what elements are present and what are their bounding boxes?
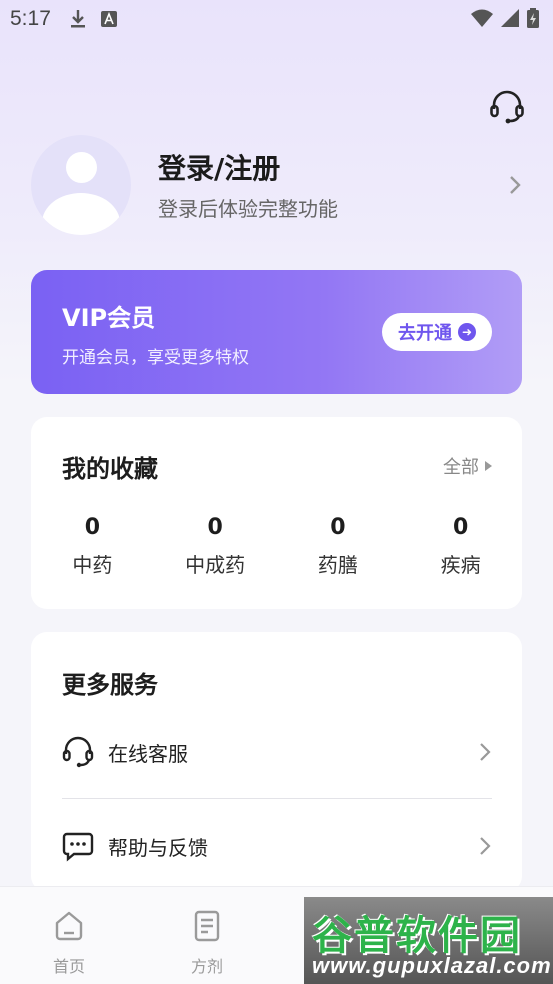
favorite-count: 0 (84, 515, 101, 540)
divider (62, 798, 492, 799)
customer-service-button[interactable] (489, 90, 525, 124)
service-label: 帮助与反馈 (108, 835, 208, 860)
favorites-all-label: 全部 (443, 457, 479, 478)
favorite-stat-patent-medicine[interactable]: 0 中成药 (154, 515, 277, 578)
triangle-right-icon (485, 461, 492, 471)
status-time: 5:17 (10, 7, 51, 30)
avatar[interactable] (31, 135, 131, 235)
favorite-stat-disease[interactable]: 0 疾病 (399, 515, 522, 578)
download-icon (70, 10, 85, 28)
chat-bubble-icon (62, 832, 94, 862)
vip-title: VIP会员 (62, 304, 156, 332)
favorite-count: 0 (207, 515, 223, 540)
watermark: 谷普软件园 www.gupuxlazal.com (304, 897, 553, 984)
favorite-label: 药膳 (317, 553, 358, 577)
tab-label: 方剂 (190, 957, 223, 976)
status-bar: 5:17 (0, 0, 553, 38)
headset-icon (490, 90, 524, 124)
chevron-right-icon (510, 176, 521, 194)
favorites-card: 我的收藏 全部 0 中药 0 中成药 0 药膳 0 疾病 (31, 417, 522, 609)
service-help-feedback[interactable]: 帮助与反馈 (62, 823, 492, 869)
service-online-support[interactable]: 在线客服 (62, 729, 492, 775)
favorites-all-link[interactable]: 全部 (443, 453, 492, 479)
favorites-stats: 0 中药 0 中成药 0 药膳 0 疾病 (31, 515, 522, 578)
home-icon (55, 911, 83, 941)
profile-login-row[interactable]: 登录/注册 登录后体验完整功能 (31, 135, 531, 235)
signal-icon (501, 9, 519, 27)
favorite-stat-herb[interactable]: 0 中药 (31, 515, 154, 578)
service-label: 在线客服 (108, 741, 188, 766)
chevron-right-icon (480, 837, 491, 855)
favorite-label: 疾病 (440, 553, 481, 577)
favorite-stat-diet[interactable]: 0 药膳 (277, 515, 400, 578)
favorite-count: 0 (452, 515, 469, 540)
favorite-count: 0 (330, 515, 346, 540)
tab-label: 首页 (52, 957, 85, 976)
vip-open-button[interactable]: 去开通 ➜ (382, 313, 492, 351)
favorite-label: 中成药 (185, 553, 246, 577)
vip-card[interactable]: VIP会员 开通会员，享受更多特权 去开通 ➜ (31, 270, 522, 394)
tab-home[interactable]: 首页 (39, 909, 99, 977)
login-subtitle: 登录后体验完整功能 (158, 197, 338, 221)
services-card: 更多服务 在线客服 帮助与反馈 (31, 632, 522, 892)
vip-subtitle: 开通会员，享受更多特权 (62, 348, 249, 368)
login-register-title: 登录/注册 (158, 152, 281, 185)
arrow-right-circle-icon: ➜ (458, 323, 476, 341)
battery-icon (527, 8, 539, 28)
keyboard-a-icon (100, 11, 117, 27)
document-icon (194, 910, 220, 942)
favorites-title: 我的收藏 (62, 455, 158, 483)
headset-icon (62, 736, 94, 768)
wifi-icon (471, 9, 493, 27)
tab-prescriptions[interactable]: 方剂 (177, 909, 237, 977)
vip-open-label: 去开通 (398, 323, 452, 344)
watermark-url: www.gupuxlazal.com (312, 953, 552, 978)
favorite-label: 中药 (72, 553, 113, 577)
services-title: 更多服务 (62, 671, 158, 699)
chevron-right-icon (480, 743, 491, 761)
